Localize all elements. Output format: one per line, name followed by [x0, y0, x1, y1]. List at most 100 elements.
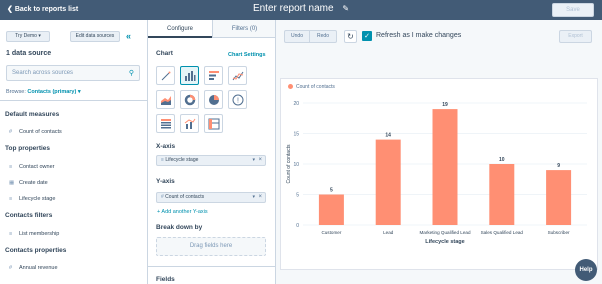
refresh-checkbox[interactable]: ✓	[362, 31, 372, 41]
vertical-bar-icon	[185, 71, 196, 81]
breakdown-drop-zone[interactable]: Drag fields here	[156, 237, 266, 256]
search-input[interactable]: Search across sources ⚲	[6, 65, 140, 81]
undo-button[interactable]: Undo	[284, 30, 310, 43]
field-count-of-contacts[interactable]: # Count of contacts	[9, 129, 62, 135]
bar	[546, 170, 572, 225]
hash-icon: #	[9, 265, 13, 271]
list-icon: ≡	[9, 164, 13, 170]
donut-chart-icon	[184, 94, 196, 106]
yaxis-value: Count of contacts	[165, 194, 205, 200]
fields-label: Fields	[156, 276, 175, 283]
chart-type-magic[interactable]	[156, 66, 175, 85]
report-preview-panel: Undo Redo ↻ ✓ Refresh as I make changes …	[277, 20, 602, 284]
field-lifecycle-stage[interactable]: ≡ Lifecycle stage	[9, 196, 55, 202]
browse-label: Browse:	[6, 89, 26, 95]
field-label: List membership	[19, 231, 60, 237]
section-top-properties: Top properties	[5, 145, 51, 152]
tab-filters[interactable]: Filters (0)	[212, 20, 275, 38]
chevron-down-icon[interactable]: ▾	[252, 156, 255, 165]
help-button[interactable]: Help	[575, 259, 597, 281]
data-label: 10	[499, 157, 505, 163]
y-tick-label: 15	[293, 132, 299, 138]
x-tick-label: Marketing Qualified Lead	[419, 230, 471, 235]
configure-panel: Configure Filters (0) Chart Chart Settin…	[148, 20, 276, 284]
svg-text:!: !	[237, 98, 239, 105]
line-chart-icon	[232, 71, 244, 81]
field-label: Create date	[19, 180, 48, 186]
combo-chart-icon	[184, 118, 196, 129]
horizontal-bar-icon	[209, 71, 219, 80]
x-tick-label: Subscriber	[548, 230, 570, 235]
bar	[489, 164, 515, 225]
report-title-wrap: Enter report name ✎	[0, 3, 602, 14]
field-label: Contact owner	[19, 164, 55, 170]
remove-xaxis-icon[interactable]: ×	[258, 156, 262, 165]
field-contact-owner[interactable]: ≡ Contact owner	[9, 164, 54, 170]
hash-icon: #	[9, 129, 13, 135]
data-label: 9	[557, 163, 560, 169]
yaxis-field-pill[interactable]: # Count of contacts ▾ ×	[156, 192, 266, 203]
calendar-icon: ▦	[9, 180, 15, 186]
chevron-down-icon: ▾	[38, 33, 41, 39]
gauge-icon: !	[232, 94, 244, 106]
field-create-date[interactable]: ▦ Create date	[9, 180, 48, 186]
try-demo-button[interactable]: Try Demo ▾	[6, 31, 50, 42]
xaxis-label: X-axis	[156, 143, 176, 150]
xaxis-field-pill[interactable]: ≡ Lifecycle stage ▾ ×	[156, 155, 266, 166]
chart-type-table[interactable]	[156, 114, 175, 133]
divider	[148, 266, 275, 267]
pencil-icon[interactable]: ✎	[342, 4, 349, 13]
browse-row: Browse: Contacts (primary) ▾	[6, 89, 81, 95]
chart-type-pivot[interactable]	[204, 114, 223, 133]
chart-type-combo[interactable]	[180, 114, 199, 133]
browse-dropdown[interactable]: Contacts (primary) ▾	[27, 89, 80, 95]
chart-settings-link[interactable]: Chart Settings	[228, 52, 266, 58]
browse-value: Contacts (primary)	[27, 89, 77, 95]
data-sources-panel: Try Demo ▾ Edit data sources « 1 data so…	[0, 20, 148, 284]
edit-data-sources-button[interactable]: Edit data sources	[70, 31, 120, 42]
chart-type-gauge[interactable]: !	[228, 90, 247, 109]
pie-chart-icon	[209, 95, 219, 105]
try-demo-label: Try Demo	[15, 33, 37, 39]
field-annual-revenue[interactable]: # Annual revenue	[9, 265, 58, 271]
y-tick-label: 5	[296, 193, 299, 199]
chart-type-vertical-bar[interactable]	[180, 66, 199, 85]
chart-type-horizontal-bar[interactable]	[204, 66, 223, 85]
search-icon[interactable]: ⚲	[129, 69, 134, 77]
chevron-down-icon[interactable]: ▾	[252, 193, 255, 202]
refresh-icon[interactable]: ↻	[344, 30, 357, 43]
tab-configure[interactable]: Configure	[148, 20, 212, 38]
top-bar: ❮ Back to reports list Enter report name…	[0, 0, 602, 20]
chart-type-line[interactable]	[228, 66, 247, 85]
chart-type-area[interactable]	[156, 90, 175, 109]
chart-type-pie[interactable]	[204, 90, 223, 109]
data-source-count: 1 data source	[6, 50, 52, 57]
export-button[interactable]: Export	[559, 30, 592, 43]
save-button[interactable]: Save	[552, 3, 594, 17]
bar	[375, 139, 401, 225]
remove-yaxis-icon[interactable]: ×	[258, 193, 262, 202]
data-label: 14	[385, 133, 391, 139]
add-yaxis-link[interactable]: + Add another Y-axis	[157, 209, 208, 215]
section-contacts-properties: Contacts properties	[5, 247, 67, 254]
bar	[432, 109, 458, 225]
list-icon: ≡	[9, 196, 13, 202]
area-chart-icon	[161, 96, 171, 105]
list-icon: ≡	[9, 231, 13, 237]
redo-button[interactable]: Redo	[310, 30, 337, 43]
collapse-panel-icon[interactable]: «	[126, 31, 131, 41]
data-label: 19	[442, 102, 448, 108]
bar-chart: 0 5 10 15 20 Count of contacts 5 Customer 14 Lead…	[286, 101, 587, 245]
list-icon: ≡	[161, 157, 164, 163]
report-name-input[interactable]: Enter report name	[253, 3, 334, 14]
chart-label: Chart	[156, 50, 173, 57]
checkmark-icon: ✓	[364, 33, 370, 40]
chart-type-donut[interactable]	[180, 90, 199, 109]
x-tick-label: Sales Qualified Lead	[481, 230, 524, 235]
refresh-checkbox-label: Refresh as I make changes	[376, 32, 462, 39]
field-list-membership[interactable]: ≡ List membership	[9, 231, 59, 237]
x-axis-label: Lifecycle stage	[425, 239, 464, 245]
pivot-table-icon	[208, 118, 220, 130]
breakdown-label: Break down by	[156, 224, 203, 231]
y-tick-label: 20	[293, 101, 299, 107]
